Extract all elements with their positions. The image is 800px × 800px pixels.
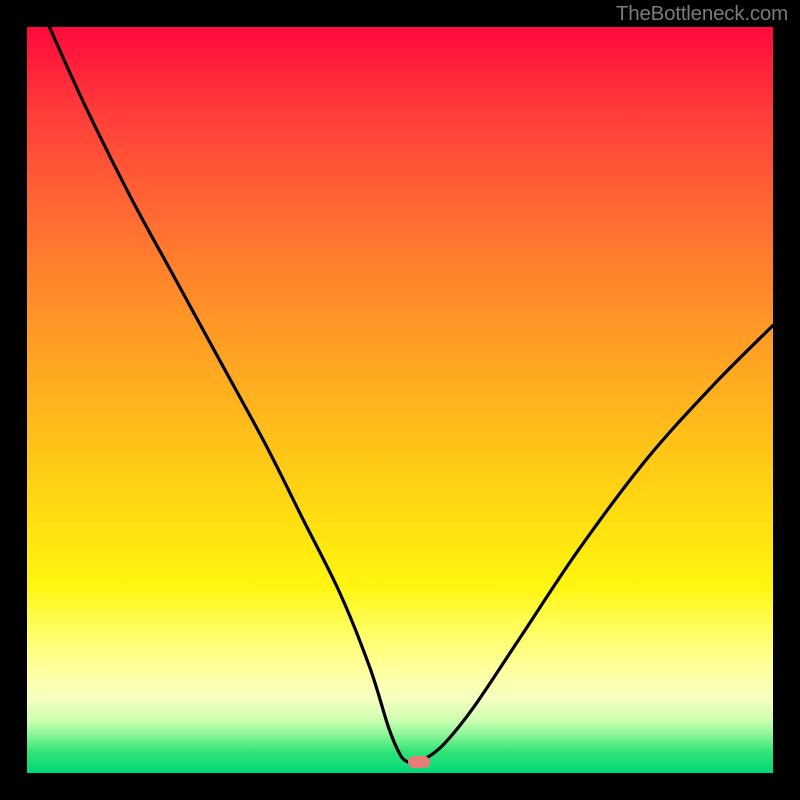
chart-frame: TheBottleneck.com: [0, 0, 800, 800]
bottleneck-curve: [27, 27, 773, 773]
attribution-text: TheBottleneck.com: [616, 2, 788, 26]
optimal-point-marker: [408, 756, 430, 768]
plot-area: [27, 27, 773, 773]
